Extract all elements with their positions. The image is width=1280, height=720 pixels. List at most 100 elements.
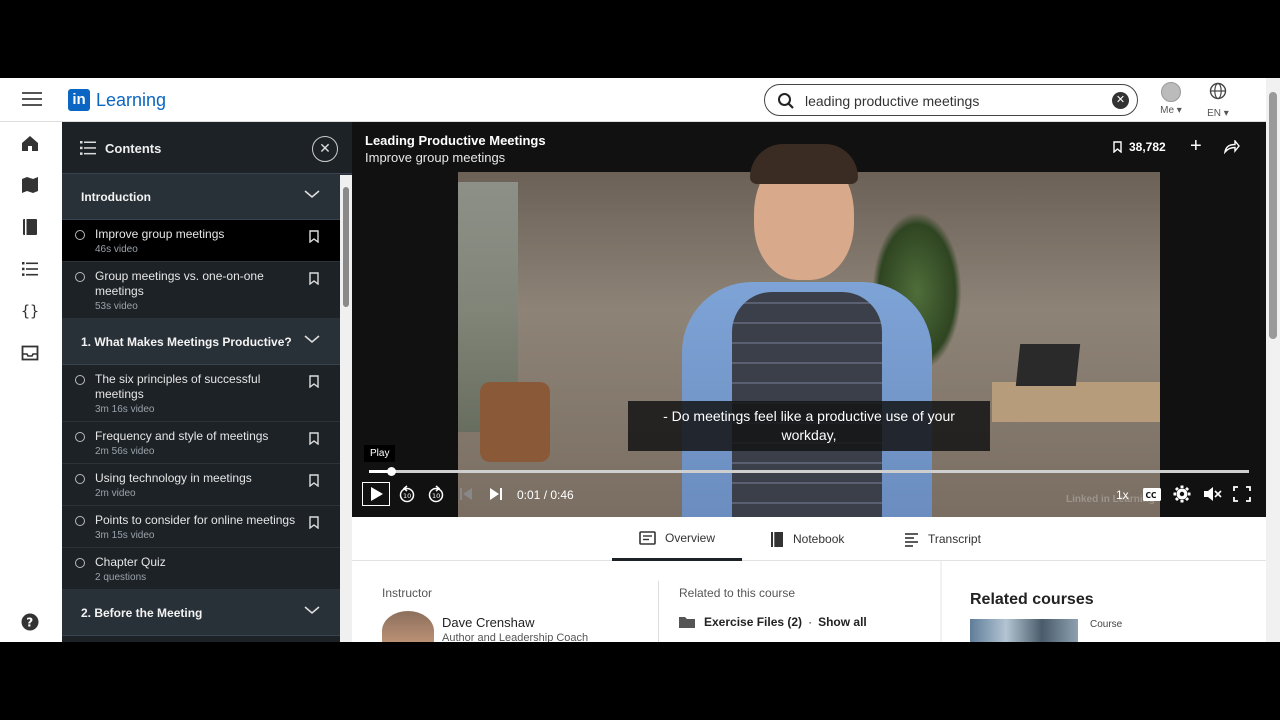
video-frame-table	[992, 382, 1160, 422]
contents-item[interactable]: Using technology in meetings 2m video	[62, 464, 352, 506]
related-label: Related to this course	[679, 586, 796, 600]
rewind-10-icon[interactable]: 10	[398, 482, 416, 506]
video-frame-chair	[480, 382, 550, 462]
contents-section[interactable]: 2. Before the Meeting	[62, 590, 352, 636]
contents-scrollbar[interactable]	[340, 175, 352, 642]
chevron-down-icon[interactable]	[304, 334, 320, 344]
video-frame-laptop	[1015, 344, 1081, 386]
linkedin-learning-logo[interactable]: in Learning	[68, 89, 166, 111]
progress-circle-icon	[75, 230, 85, 240]
course-title[interactable]: Leading Productive Meetings	[365, 133, 546, 148]
item-meta: 2 questions	[95, 572, 147, 583]
item-meta: 3m 15s video	[95, 530, 155, 541]
next-icon[interactable]	[488, 482, 504, 506]
inbox-icon[interactable]	[20, 343, 40, 363]
contents-item[interactable]: Points to consider for online meetings 3m…	[62, 506, 352, 548]
bookmark-icon[interactable]	[309, 516, 319, 529]
video-title: Improve group meetings	[365, 150, 506, 165]
bookmark-icon[interactable]	[309, 375, 319, 388]
svg-text:10: 10	[403, 492, 411, 500]
contents-item[interactable]: Group meetings vs. one-on-one meetings 53…	[62, 262, 352, 319]
course-tabs: Overview Notebook Transcript	[352, 517, 1266, 561]
help-icon[interactable]: ?	[20, 612, 40, 632]
fullscreen-icon[interactable]	[1232, 482, 1252, 506]
related-course-thumbnail[interactable]	[970, 619, 1078, 642]
tab-overview[interactable]: Overview	[612, 517, 742, 561]
video-player[interactable]: Leading Productive Meetings Improve grou…	[352, 122, 1266, 517]
close-contents-icon[interactable]: ✕	[312, 136, 338, 162]
instructor-role: Author and Leadership Coach	[442, 632, 589, 642]
search-bar[interactable]: ✕	[764, 84, 1138, 116]
video-time: 0:01 / 0:46	[517, 488, 574, 502]
section-title: 2. Before the Meeting	[81, 606, 203, 620]
language-menu[interactable]: EN ▾	[1202, 82, 1234, 119]
contents-item[interactable]: Frequency and style of meetings 2m 56s vi…	[62, 422, 352, 464]
instructor-avatar[interactable]	[382, 611, 434, 642]
bookmark-icon[interactable]	[309, 230, 319, 243]
search-icon[interactable]	[777, 92, 795, 110]
bookmark-icon[interactable]	[309, 272, 319, 285]
contents-item[interactable]: Chapter Quiz 2 questions	[62, 548, 352, 590]
map-icon[interactable]	[20, 175, 40, 195]
page-scrollbar[interactable]	[1266, 78, 1280, 642]
code-braces-icon[interactable]: {}	[20, 301, 40, 321]
list-icon[interactable]	[20, 259, 40, 279]
show-all-link[interactable]: Show all	[818, 615, 867, 629]
item-title: Points to consider for online meetings	[95, 513, 296, 527]
section-title: Introduction	[81, 190, 151, 204]
library-icon[interactable]	[20, 217, 40, 237]
contents-section[interactable]: 1. What Makes Meetings Productive?	[62, 319, 352, 365]
svg-text:10: 10	[432, 492, 440, 500]
video-progress-bar[interactable]	[369, 467, 1249, 476]
progress-circle-icon	[75, 558, 85, 568]
contents-item[interactable]: The six principles of successful meeting…	[62, 365, 352, 422]
bookmark-icon[interactable]	[309, 432, 319, 445]
folder-icon	[679, 617, 695, 628]
instructor-label: Instructor	[382, 586, 433, 600]
svg-text:CC: CC	[1146, 491, 1158, 500]
top-bar: in Learning ✕ Me ▾ EN ▾	[0, 78, 1280, 122]
separator: ·	[808, 615, 813, 629]
previous-icon[interactable]	[458, 482, 474, 506]
contents-section[interactable]: Introduction	[62, 174, 352, 220]
contents-header: Contents ✕	[62, 122, 352, 174]
contents-scroll-thumb[interactable]	[343, 187, 349, 307]
exercise-files: Exercise Files (2) · Show all	[678, 615, 867, 629]
settings-gear-icon[interactable]	[1172, 482, 1192, 506]
closed-captions-icon[interactable]: CC	[1142, 482, 1162, 506]
item-title: Chapter Quiz	[95, 555, 166, 569]
exercise-files-link[interactable]: Exercise Files (2)	[704, 615, 802, 629]
video-progress-knob[interactable]	[387, 467, 396, 476]
mute-icon[interactable]	[1202, 482, 1222, 506]
left-rail: {} ?	[0, 122, 62, 642]
svg-text:?: ?	[26, 616, 33, 630]
save-course-button[interactable]: 38,782	[1113, 140, 1166, 154]
presenter-hair	[750, 144, 858, 184]
share-icon[interactable]	[1224, 140, 1240, 154]
instructor-name[interactable]: Dave Crenshaw	[442, 615, 535, 630]
play-icon[interactable]	[362, 482, 390, 506]
chevron-down-icon[interactable]	[304, 605, 320, 615]
clear-search-icon[interactable]: ✕	[1112, 92, 1129, 109]
item-meta: 2m video	[95, 488, 136, 499]
menu-icon[interactable]	[22, 92, 42, 106]
progress-circle-icon	[75, 474, 85, 484]
svg-text:{}: {}	[21, 302, 39, 320]
tab-transcript[interactable]: Transcript	[904, 517, 981, 561]
playback-speed-button[interactable]: 1x	[1116, 488, 1129, 502]
item-title: The six principles of successful meeting…	[95, 372, 261, 401]
progress-circle-icon	[75, 516, 85, 526]
tab-notebook[interactable]: Notebook	[770, 517, 844, 561]
add-to-collection-icon[interactable]: +	[1190, 135, 1202, 158]
home-icon[interactable]	[20, 133, 40, 153]
related-to-course: Related to this course Exercise Files (2…	[652, 561, 940, 642]
contents-item[interactable]: Improve group meetings 46s video	[62, 220, 352, 262]
chevron-down-icon[interactable]	[304, 189, 320, 199]
bookmark-icon[interactable]	[309, 474, 319, 487]
page-scroll-thumb[interactable]	[1269, 92, 1277, 339]
forward-10-icon[interactable]: 10	[427, 482, 445, 506]
contents-list: Introduction Improve group meetings 46s vi…	[62, 174, 352, 636]
search-input[interactable]	[805, 91, 1105, 111]
me-menu[interactable]: Me ▾	[1154, 82, 1188, 116]
app-frame: in Learning ✕ Me ▾ EN ▾ {} ? Contents	[0, 78, 1280, 642]
